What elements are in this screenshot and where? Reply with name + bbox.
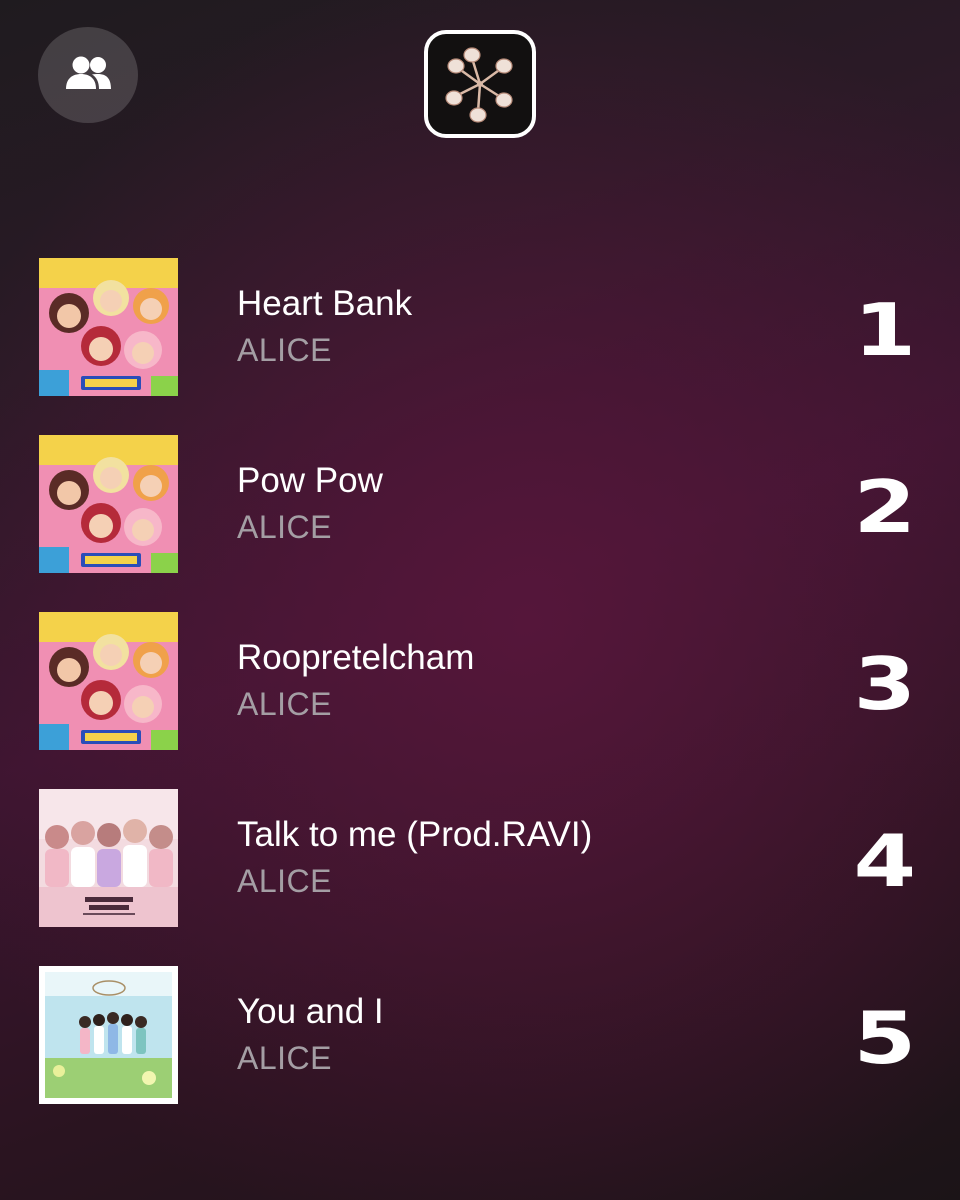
track-artist: ALICE — [237, 863, 332, 899]
track-title: Heart Bank — [237, 284, 413, 323]
track-title: Pow Pow — [237, 461, 383, 500]
track-row[interactable]: Heart Bank ALICE 1 — [0, 258, 960, 396]
track-artist: ALICE — [237, 1040, 332, 1076]
track-row[interactable]: Roopretelcham ALICE 3 — [0, 612, 960, 750]
album-art — [39, 435, 178, 573]
friends-button[interactable] — [38, 27, 138, 123]
track-title: You and I — [237, 992, 384, 1031]
album-art — [39, 612, 178, 750]
playlist-cover[interactable] — [424, 30, 536, 138]
track-artist: ALICE — [237, 686, 332, 722]
album-art — [39, 789, 178, 927]
flower-cover-icon — [445, 47, 513, 123]
track-artist: ALICE — [237, 509, 332, 545]
track-title: Talk to me (Prod.RAVI) — [237, 815, 593, 854]
track-row[interactable]: You and I ALICE 5 — [0, 966, 960, 1104]
elris-album-art — [39, 966, 178, 1104]
track-rank: 5 — [853, 996, 916, 1080]
track-row[interactable]: Pow Pow ALICE 2 — [0, 435, 960, 573]
track-rank: 3 — [853, 642, 916, 726]
track-rank: 1 — [853, 288, 916, 372]
track-rank: 4 — [853, 819, 916, 903]
track-title: Roopretelcham — [237, 638, 475, 677]
friends-icon — [66, 56, 111, 89]
track-artist: ALICE — [237, 332, 332, 368]
track-rank: 2 — [853, 465, 916, 549]
crush-album-art — [39, 258, 178, 396]
track-row[interactable]: Talk to me (Prod.RAVI) ALICE 4 — [0, 789, 960, 927]
crush-album-art — [39, 612, 178, 750]
album-art — [39, 966, 178, 1104]
crush-album-art — [39, 435, 178, 573]
top-bar — [0, 0, 960, 160]
album-art — [39, 258, 178, 396]
summer-dream-album-art — [39, 789, 178, 927]
